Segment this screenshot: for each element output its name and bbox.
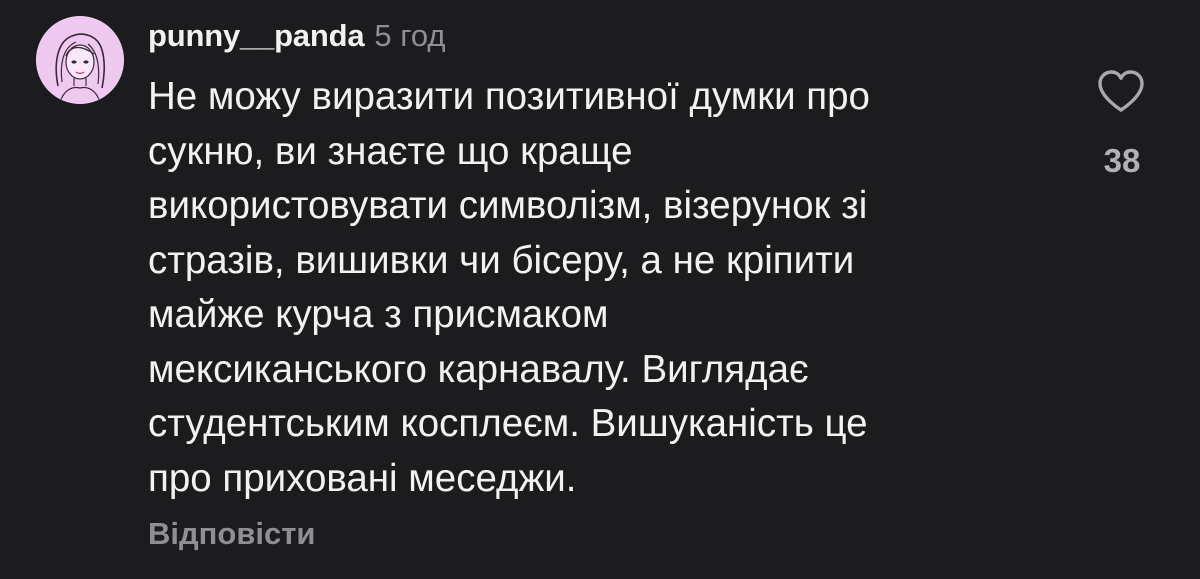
like-count: 38 xyxy=(1103,142,1141,179)
reply-button[interactable]: Відповісти xyxy=(148,516,316,552)
timestamp: 5 год xyxy=(374,18,446,53)
comment-item: punny__panda 5 год Не можу виразити пози… xyxy=(0,0,1200,579)
comment-text: Не можу виразити позитивної думки про су… xyxy=(148,75,870,500)
comment-header: punny__panda 5 год xyxy=(148,18,446,62)
like-button[interactable] xyxy=(1096,68,1146,114)
heart-outline-icon xyxy=(1098,70,1144,112)
avatar-illustration-icon xyxy=(36,16,124,104)
avatar[interactable] xyxy=(36,16,124,104)
username[interactable]: punny__panda xyxy=(148,18,365,54)
